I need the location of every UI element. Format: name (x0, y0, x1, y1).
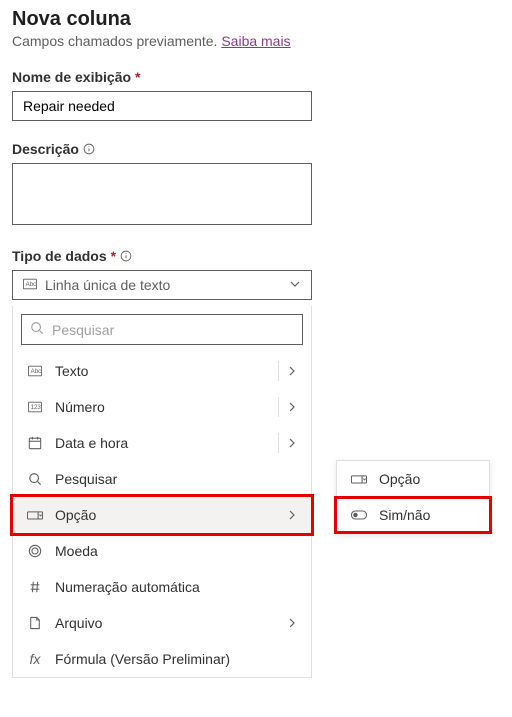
subtitle-text: Campos chamados previamente. (12, 33, 221, 49)
display-name-input[interactable] (12, 91, 312, 121)
option-label: Arquivo (55, 615, 102, 631)
option-label: Número (55, 399, 105, 415)
option-label: Moeda (55, 543, 98, 559)
submenu-label: Opção (379, 471, 420, 487)
search-icon (27, 472, 43, 486)
description-textarea[interactable] (12, 163, 312, 225)
page-title: Nova coluna (12, 8, 500, 31)
formula-icon: fx (27, 651, 43, 667)
option-label: Texto (55, 363, 88, 379)
required-asterisk: * (111, 248, 116, 264)
info-icon (83, 143, 95, 155)
submenu-label: Sim/não (379, 507, 430, 523)
text-icon: Abc (27, 365, 43, 377)
svg-text:123: 123 (31, 404, 42, 411)
chevron-right-icon (287, 363, 297, 379)
option-opcao[interactable]: Opção (13, 497, 311, 533)
option-label: Numeração automática (55, 579, 200, 595)
data-type-dropdown: Pesquisar Abc Texto 123 Número Data e ho… (12, 306, 312, 678)
data-type-selected-value: Linha única de texto (45, 277, 170, 293)
chevron-right-icon (287, 615, 297, 631)
search-placeholder: Pesquisar (52, 322, 114, 338)
info-icon (120, 250, 132, 262)
display-name-label-text: Nome de exibição (12, 69, 131, 85)
learn-more-link[interactable]: Saiba mais (221, 33, 290, 49)
option-moeda[interactable]: Moeda (13, 533, 311, 569)
toggle-icon (351, 510, 367, 520)
option-label: Fórmula (Versão Preliminar) (55, 651, 230, 667)
data-type-select[interactable]: Abc Linha única de texto (12, 270, 312, 300)
opcao-submenu: Opção Sim/não (336, 460, 490, 534)
chevron-right-icon (287, 399, 297, 415)
svg-text:Abc: Abc (26, 281, 37, 288)
submenu-sim-nao[interactable]: Sim/não (337, 497, 489, 533)
submenu-opcao[interactable]: Opção (337, 461, 489, 497)
option-data-hora[interactable]: Data e hora (13, 425, 311, 461)
hash-icon (27, 580, 43, 594)
option-arquivo[interactable]: Arquivo (13, 605, 311, 641)
data-type-label-text: Tipo de dados (12, 248, 107, 264)
option-texto[interactable]: Abc Texto (13, 353, 311, 389)
currency-icon (27, 544, 43, 558)
description-label: Descrição (12, 141, 500, 157)
svg-text:Abc: Abc (31, 368, 42, 375)
option-label: Opção (55, 507, 96, 523)
page-subtitle: Campos chamados previamente. Saiba mais (12, 33, 500, 49)
data-type-label: Tipo de dados * (12, 248, 500, 264)
chevron-right-icon (287, 435, 297, 451)
calendar-icon (27, 436, 43, 450)
number-icon: 123 (27, 401, 43, 413)
description-label-text: Descrição (12, 141, 79, 157)
option-numero[interactable]: 123 Número (13, 389, 311, 425)
option-formula[interactable]: fx Fórmula (Versão Preliminar) (13, 641, 311, 677)
search-icon (30, 321, 44, 338)
choice-icon (27, 509, 43, 521)
option-numeracao[interactable]: Numeração automática (13, 569, 311, 605)
file-icon (27, 616, 43, 630)
dropdown-search-input[interactable]: Pesquisar (21, 314, 303, 345)
option-pesquisar[interactable]: Pesquisar (13, 461, 311, 497)
choice-icon (351, 473, 367, 485)
option-label: Data e hora (55, 435, 128, 451)
display-name-label: Nome de exibição * (12, 69, 500, 85)
required-asterisk: * (135, 69, 140, 85)
text-type-icon: Abc (23, 277, 37, 293)
chevron-down-icon (289, 277, 301, 293)
option-label: Pesquisar (55, 471, 117, 487)
chevron-right-icon (287, 507, 297, 523)
